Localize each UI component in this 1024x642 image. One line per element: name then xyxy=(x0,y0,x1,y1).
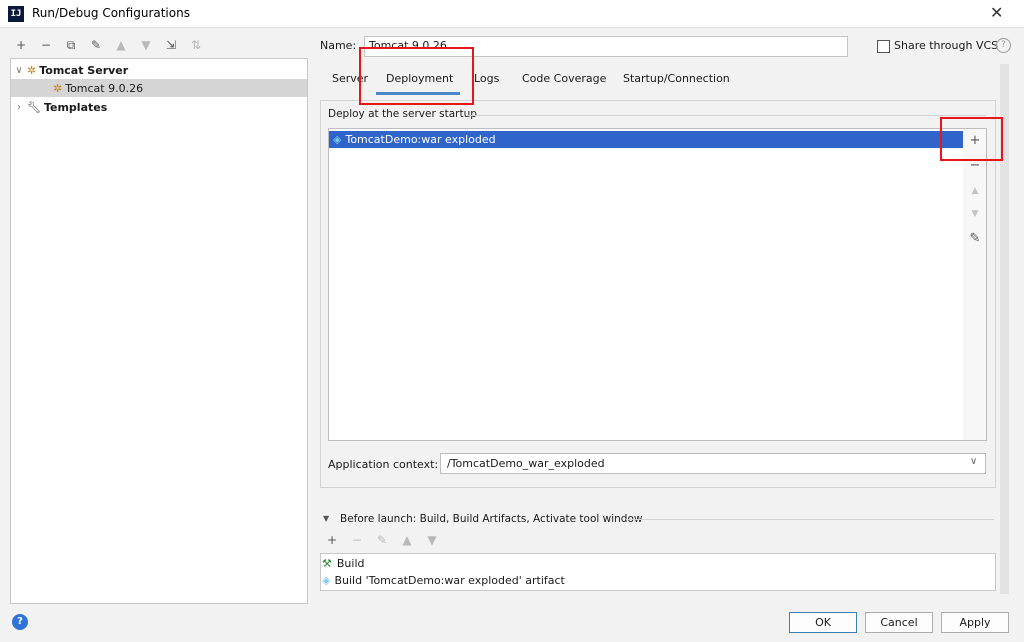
build-hammer-icon: ⚒ xyxy=(322,557,332,570)
deploy-artifact-list[interactable] xyxy=(328,128,964,441)
list-item-label: TomcatDemo:war exploded xyxy=(345,133,496,146)
tree-item-tomcat-server[interactable]: ∨ ✲ Tomcat Server xyxy=(11,61,307,79)
artifact-icon: ◈ xyxy=(333,133,342,146)
remove-task-icon[interactable]: − xyxy=(350,533,364,547)
before-launch-toolbar: + − ✎ ▲ ▼ xyxy=(325,533,439,547)
edit-defaults-icon[interactable]: ✎ xyxy=(89,38,103,52)
move-down-icon[interactable]: ▼ xyxy=(139,38,153,52)
apply-button[interactable]: Apply xyxy=(941,612,1009,633)
config-toolbar: + − ⧉ ✎ ▲ ▼ ⇲ ⇅ xyxy=(14,36,203,54)
share-vcs-label: Share through VCS xyxy=(894,39,999,52)
artifact-icon: ◈ xyxy=(322,574,331,587)
application-context-label: Application context: xyxy=(328,458,439,471)
move-to-folder-icon[interactable]: ⇲ xyxy=(164,38,178,52)
name-label: Name: xyxy=(320,39,357,52)
application-context-select[interactable]: /TomcatDemo_war_exploded xyxy=(440,453,986,474)
help-button[interactable]: ? xyxy=(12,614,28,630)
divider xyxy=(626,519,994,520)
highlight-add-button xyxy=(940,117,1003,161)
list-item[interactable]: ◈ Build 'TomcatDemo:war exploded' artifa… xyxy=(322,572,565,589)
move-down-icon[interactable]: ▼ xyxy=(967,209,983,219)
config-tree: ∨ ✲ Tomcat Server ✲ Tomcat 9.0.26 › 🔧︎ T… xyxy=(10,58,308,604)
cancel-button[interactable]: Cancel xyxy=(865,612,933,633)
move-up-icon[interactable]: ▲ xyxy=(114,38,128,52)
tree-item-label: Tomcat Server xyxy=(39,63,129,77)
close-icon[interactable]: ✕ xyxy=(990,3,1003,22)
collapse-triangle-icon[interactable]: ▼ xyxy=(323,514,329,523)
edit-task-icon[interactable]: ✎ xyxy=(375,533,389,547)
add-task-icon[interactable]: + xyxy=(325,533,339,547)
before-launch-title: Before launch: Build, Build Artifacts, A… xyxy=(340,513,643,525)
divider xyxy=(468,115,986,116)
tree-item-label: Templates xyxy=(43,100,108,114)
deploy-side-toolbar xyxy=(963,128,987,441)
help-icon[interactable]: ? xyxy=(996,38,1011,53)
share-vcs-checkbox[interactable] xyxy=(877,40,890,53)
copy-config-icon[interactable]: ⧉ xyxy=(64,38,78,53)
wrench-icon: 🔧︎ xyxy=(27,100,41,114)
edit-icon[interactable]: ✎ xyxy=(967,231,983,246)
add-config-icon[interactable]: + xyxy=(14,38,28,52)
ok-button[interactable]: OK xyxy=(789,612,857,633)
move-up-icon[interactable]: ▲ xyxy=(400,533,414,547)
tab-startup-connection[interactable]: Startup/Connection xyxy=(623,72,730,85)
sort-icon[interactable]: ⇅ xyxy=(189,38,203,52)
window-title: Run/Debug Configurations xyxy=(32,6,190,20)
tree-item-templates[interactable]: › 🔧︎ Templates xyxy=(11,98,307,116)
chevron-right-icon[interactable]: › xyxy=(11,102,27,113)
remove-config-icon[interactable]: − xyxy=(39,38,53,52)
tomcat-icon: ✲ xyxy=(27,63,37,77)
intellij-app-icon: IJ xyxy=(8,6,24,22)
highlight-deployment-tab xyxy=(359,47,474,105)
deploy-group-title: Deploy at the server startup xyxy=(328,108,477,120)
tree-item-tomcat-config[interactable]: ✲ Tomcat 9.0.26 xyxy=(11,79,307,97)
chevron-down-icon[interactable]: ∨ xyxy=(11,65,27,76)
tab-logs[interactable]: Logs xyxy=(474,72,499,85)
tab-code-coverage[interactable]: Code Coverage xyxy=(522,72,606,85)
chevron-down-icon[interactable]: ∨ xyxy=(970,456,977,467)
move-up-icon[interactable]: ▲ xyxy=(967,186,983,196)
tomcat-icon: ✲ xyxy=(53,81,63,95)
list-item[interactable]: ⚒ Build xyxy=(322,555,365,572)
tree-item-label: Tomcat 9.0.26 xyxy=(65,81,144,95)
list-item-label: Build xyxy=(336,557,365,570)
move-down-icon[interactable]: ▼ xyxy=(425,533,439,547)
list-item[interactable]: ◈ TomcatDemo:war exploded xyxy=(329,131,963,148)
list-item-label: Build 'TomcatDemo:war exploded' artifact xyxy=(334,574,565,587)
